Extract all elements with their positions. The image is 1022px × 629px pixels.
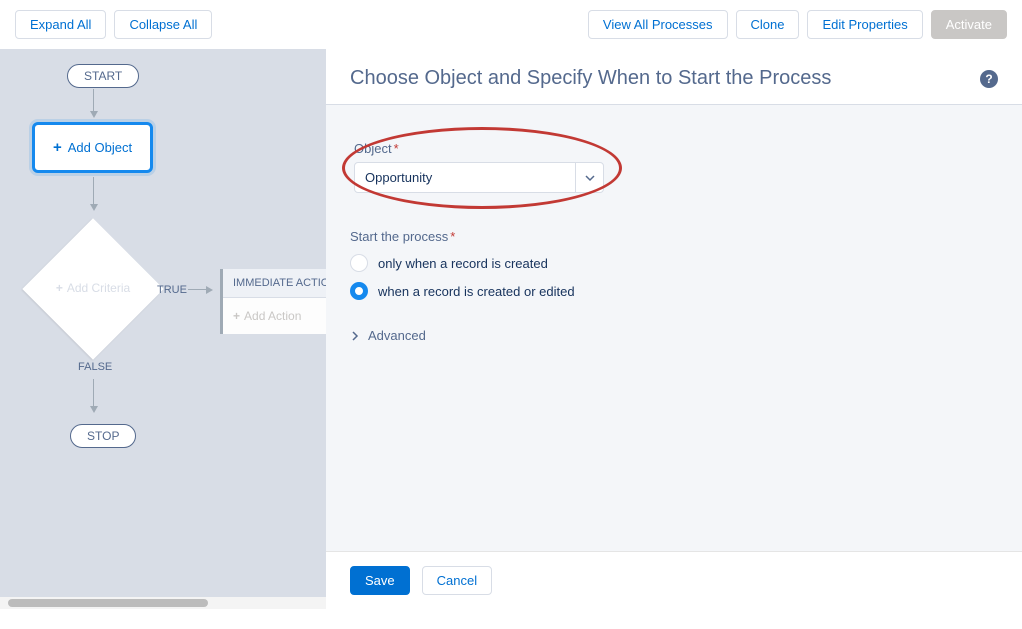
- immediate-actions-header: IMMEDIATE ACTIONS: [223, 269, 326, 298]
- connector: [93, 379, 94, 409]
- process-canvas: START + Add Object + Add Criteria TRUE I…: [0, 49, 326, 609]
- connector: [188, 289, 208, 290]
- criteria-diamond[interactable]: [22, 218, 163, 359]
- object-field-highlight: Object: [350, 135, 616, 207]
- collapse-all-button[interactable]: Collapse All: [114, 10, 212, 39]
- start-node: START: [67, 64, 139, 88]
- radio-icon: [350, 282, 368, 300]
- view-all-processes-button[interactable]: View All Processes: [588, 10, 728, 39]
- object-combobox[interactable]: [354, 162, 604, 193]
- plus-icon: +: [233, 309, 240, 323]
- connector: [93, 177, 94, 207]
- arrow-down-icon: [90, 111, 98, 118]
- arrow-down-icon: [90, 406, 98, 413]
- help-icon[interactable]: ?: [980, 70, 998, 88]
- object-field-label: Object: [354, 141, 604, 156]
- immediate-actions-box: IMMEDIATE ACTIONS + Add Action: [220, 269, 326, 334]
- clone-button[interactable]: Clone: [736, 10, 800, 39]
- toolbar-right: View All Processes Clone Edit Properties…: [588, 10, 1007, 39]
- radio-created-or-edited-label: when a record is created or edited: [378, 284, 575, 299]
- horizontal-scrollbar[interactable]: [0, 597, 326, 609]
- advanced-toggle[interactable]: Advanced: [350, 328, 998, 343]
- false-label: FALSE: [78, 361, 112, 373]
- chevron-right-icon: [350, 331, 360, 341]
- radio-only-created[interactable]: only when a record is created: [350, 254, 998, 272]
- radio-created-or-edited[interactable]: when a record is created or edited: [350, 282, 998, 300]
- cancel-button[interactable]: Cancel: [422, 566, 492, 595]
- panel-title: Choose Object and Specify When to Start …: [350, 67, 831, 90]
- panel-header: Choose Object and Specify When to Start …: [326, 49, 1022, 105]
- plus-icon: +: [53, 139, 62, 156]
- panel-footer: Save Cancel: [326, 551, 1022, 609]
- toolbar-left: Expand All Collapse All: [15, 10, 212, 39]
- add-object-label: Add Object: [68, 140, 132, 155]
- radio-icon: [350, 254, 368, 272]
- arrow-down-icon: [90, 204, 98, 211]
- radio-only-created-label: only when a record is created: [378, 256, 548, 271]
- add-action-button[interactable]: + Add Action: [223, 298, 326, 334]
- start-process-label: Start the process: [350, 229, 998, 244]
- arrow-right-icon: [206, 286, 213, 294]
- add-object-node[interactable]: + Add Object: [32, 122, 153, 173]
- detail-panel: Choose Object and Specify When to Start …: [326, 49, 1022, 609]
- activate-button: Activate: [931, 10, 1007, 39]
- expand-all-button[interactable]: Expand All: [15, 10, 106, 39]
- stop-node: STOP: [70, 424, 136, 448]
- object-input[interactable]: [355, 163, 575, 192]
- start-process-section: Start the process only when a record is …: [350, 229, 998, 300]
- scrollbar-thumb[interactable]: [8, 599, 208, 607]
- advanced-label: Advanced: [368, 328, 426, 343]
- dropdown-arrow-icon[interactable]: [575, 163, 603, 192]
- toolbar: Expand All Collapse All View All Process…: [0, 0, 1022, 49]
- true-label: TRUE: [157, 284, 187, 296]
- save-button[interactable]: Save: [350, 566, 410, 595]
- content: START + Add Object + Add Criteria TRUE I…: [0, 49, 1022, 609]
- edit-properties-button[interactable]: Edit Properties: [807, 10, 922, 39]
- panel-body: Object Start the process only when a rec…: [326, 105, 1022, 551]
